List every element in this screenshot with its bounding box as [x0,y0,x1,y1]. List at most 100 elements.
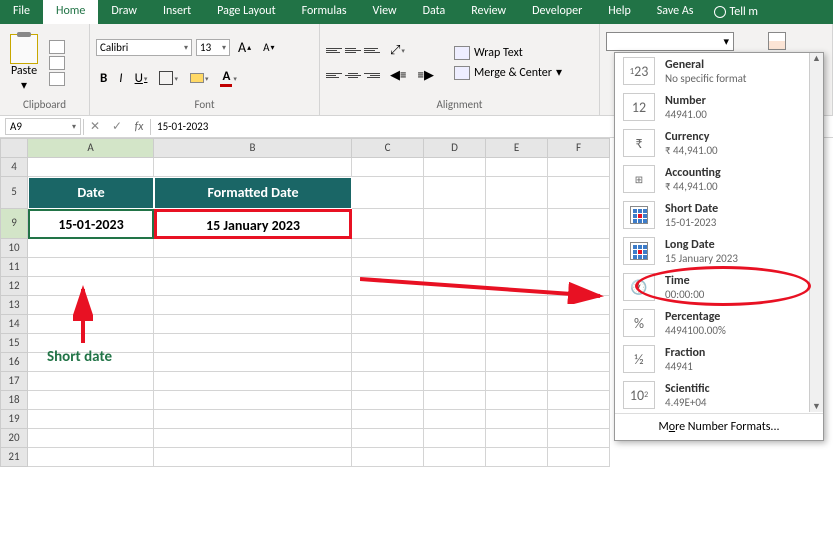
align-left-button[interactable] [326,69,342,83]
cell-D20[interactable] [424,429,486,448]
cell-D16[interactable] [424,353,486,372]
cell-A17[interactable] [28,372,154,391]
tab-file[interactable]: File [0,0,43,24]
cell-E4[interactable] [486,158,548,177]
cell-C16[interactable] [352,353,424,372]
cell-F15[interactable] [548,334,610,353]
tell-me-search[interactable]: Tell m [714,0,758,24]
grow-font-button[interactable]: A▴ [234,37,255,58]
cell-C5[interactable] [352,177,424,209]
wrap-text-button[interactable]: Wrap Text [450,45,566,61]
row-header-10[interactable]: 10 [0,239,28,258]
decrease-indent-button[interactable]: ◀≡ [386,66,410,85]
cell-C17[interactable] [352,372,424,391]
tab-save-as[interactable]: Save As [644,0,707,24]
merge-center-button[interactable]: Merge & Center▾ [450,64,566,81]
cell-B9[interactable]: 15 January 2023 [154,209,352,239]
row-header-13[interactable]: 13 [0,296,28,315]
cell-F4[interactable] [548,158,610,177]
cell-B21[interactable] [154,448,352,467]
dropdown-scrollbar[interactable] [809,53,823,412]
cell-F14[interactable] [548,315,610,334]
tab-draw[interactable]: Draw [98,0,150,24]
number-format-accounting[interactable]: ⊞Accounting₹ 44,941.00 [615,161,823,197]
row-header-4[interactable]: 4 [0,158,28,177]
cell-D14[interactable] [424,315,486,334]
row-header-9[interactable]: 9 [0,209,28,239]
cell-F10[interactable] [548,239,610,258]
cell-C9[interactable] [352,209,424,239]
cell-E15[interactable] [486,334,548,353]
number-format-time[interactable]: 🕐Time00:00:00 [615,269,823,305]
cell-B4[interactable] [154,158,352,177]
borders-button[interactable]: ▾ [155,69,182,87]
name-box[interactable]: A9▾ [5,118,81,135]
insert-function-button[interactable]: fx [128,120,150,134]
font-color-button[interactable]: A▾ [216,67,240,89]
tab-review[interactable]: Review [458,0,519,24]
number-format-number[interactable]: 12Number44941.00 [615,89,823,125]
row-header-18[interactable]: 18 [0,391,28,410]
cell-A5[interactable]: Date [28,177,154,209]
row-header-20[interactable]: 20 [0,429,28,448]
cell-A4[interactable] [28,158,154,177]
cut-button[interactable] [49,40,65,54]
row-header-17[interactable]: 17 [0,372,28,391]
cell-F21[interactable] [548,448,610,467]
cell-E16[interactable] [486,353,548,372]
orientation-button[interactable]: ⤢▾ [386,41,409,60]
row-header-15[interactable]: 15 [0,334,28,353]
cell-E18[interactable] [486,391,548,410]
cell-E9[interactable] [486,209,548,239]
italic-button[interactable]: I [115,69,126,88]
cell-B17[interactable] [154,372,352,391]
cell-B15[interactable] [154,334,352,353]
cell-A19[interactable] [28,410,154,429]
row-header-21[interactable]: 21 [0,448,28,467]
number-format-scientific[interactable]: 102Scientific4.49E+04 [615,377,823,413]
enter-formula-button[interactable]: ✓ [106,119,128,134]
tab-help[interactable]: Help [595,0,644,24]
underline-button[interactable]: U▾ [131,69,152,88]
cell-F20[interactable] [548,429,610,448]
cell-C20[interactable] [352,429,424,448]
format-painter-button[interactable] [49,72,65,86]
cell-C21[interactable] [352,448,424,467]
cell-E10[interactable] [486,239,548,258]
cell-E19[interactable] [486,410,548,429]
cell-F16[interactable] [548,353,610,372]
tab-home[interactable]: Home [43,0,98,24]
cell-D15[interactable] [424,334,486,353]
cell-E20[interactable] [486,429,548,448]
cell-A10[interactable] [28,239,154,258]
cell-B18[interactable] [154,391,352,410]
row-header-16[interactable]: 16 [0,353,28,372]
more-number-formats-button[interactable]: More Number Formats... [615,413,823,440]
cell-C4[interactable] [352,158,424,177]
cell-B10[interactable] [154,239,352,258]
increase-indent-button[interactable]: ≡▶ [413,66,437,85]
number-format-combo[interactable]: ▾ [606,32,734,51]
number-format-fraction[interactable]: ½Fraction44941 [615,341,823,377]
align-bottom-button[interactable] [364,44,380,58]
tab-view[interactable]: View [360,0,410,24]
cell-D9[interactable] [424,209,486,239]
conditional-formatting-button[interactable] [768,32,786,50]
cell-B20[interactable] [154,429,352,448]
tab-formulas[interactable]: Formulas [289,0,360,24]
cell-C15[interactable] [352,334,424,353]
row-header-12[interactable]: 12 [0,277,28,296]
align-right-button[interactable] [364,69,380,83]
column-header-B[interactable]: B [154,138,352,158]
tab-data[interactable]: Data [410,0,459,24]
row-header-11[interactable]: 11 [0,258,28,277]
tab-developer[interactable]: Developer [519,0,595,24]
cell-C19[interactable] [352,410,424,429]
cell-A11[interactable] [28,258,154,277]
align-top-button[interactable] [326,44,342,58]
cell-C18[interactable] [352,391,424,410]
cell-B12[interactable] [154,277,352,296]
cell-E21[interactable] [486,448,548,467]
cell-B16[interactable] [154,353,352,372]
paste-button[interactable]: Paste ▾ [6,34,42,93]
